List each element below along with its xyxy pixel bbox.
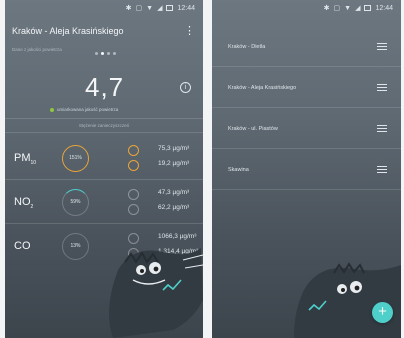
- signal-icon: ◢: [355, 5, 361, 12]
- status-bar: ✱ ▢ ▼ ◢ 12:44: [324, 0, 393, 16]
- percent-ring: 13%: [62, 233, 89, 260]
- bluetooth-icon: ✱: [125, 5, 132, 12]
- station-item[interactable]: Kraków - Aleja Krasińskiego: [212, 67, 401, 108]
- pollutant-symbol: PM: [14, 152, 31, 164]
- station-item[interactable]: Skawina: [212, 149, 401, 190]
- signal-icon: ◢: [157, 5, 163, 12]
- norm-indicator-icon: [128, 204, 139, 215]
- pollutant-symbol: NO: [14, 196, 31, 208]
- norm-indicator-icon: [128, 160, 139, 171]
- drag-handle-icon[interactable]: [377, 43, 387, 50]
- pollutant-value: 1066,3 µg/m³: [158, 233, 197, 240]
- main-screen: ✱ ▢ ▼ ◢ 12:44 Kraków - Aleja Krasińskieg…: [5, 0, 203, 338]
- pollutant-name: NO2: [14, 196, 33, 210]
- pollutant-row-pm10[interactable]: PM10 151% 75,3 µg/m³ 19,2 µg/m³: [5, 138, 203, 178]
- station-name: Kraków - ul. Piastów: [228, 126, 278, 132]
- station-name: Kraków - Aleja Krasińskiego: [228, 85, 297, 91]
- caqi-note-text: umiarkowana jakość powietrza: [57, 107, 119, 112]
- drag-handle-icon[interactable]: [377, 84, 387, 91]
- status-time: 12:44: [177, 4, 195, 12]
- pollutant-name: PM10: [14, 152, 36, 166]
- caqi-value: 4,7: [85, 72, 125, 102]
- overflow-menu-icon[interactable]: ⋮: [184, 25, 195, 36]
- wifi-icon: ▼: [344, 4, 352, 12]
- page-dot: [113, 52, 116, 55]
- info-icon[interactable]: i: [180, 82, 191, 93]
- battery-icon: [166, 5, 174, 11]
- pollutant-subscript: 10: [30, 160, 37, 167]
- station-item[interactable]: Kraków - Dietla: [212, 26, 401, 67]
- station-title: Kraków - Aleja Krasińskiego: [12, 26, 124, 36]
- percent-ring: 59%: [62, 189, 89, 216]
- pollutant-norm-value: 19,2 µg/m³: [158, 160, 190, 167]
- percent-ring: 151%: [62, 145, 89, 172]
- stations-screen: ✱ ▢ ▼ ◢ 12:44 Kraków - Dietla Kraków - A…: [212, 0, 401, 338]
- pollutant-value: 75,3 µg/m³: [158, 145, 190, 152]
- divider: [5, 118, 203, 119]
- quality-dot-icon: [50, 107, 54, 112]
- battery-icon: [364, 5, 372, 11]
- divider: [5, 132, 203, 133]
- divider: [5, 223, 203, 224]
- pollutant-value: 47,3 µg/m³: [158, 189, 190, 196]
- caqi-note: umiarkowana jakość powietrza: [50, 107, 118, 112]
- wifi-icon: ▼: [146, 4, 154, 12]
- page-indicator[interactable]: [95, 52, 116, 55]
- page-dot: [107, 52, 110, 55]
- page-dot: [95, 52, 98, 55]
- caqi-subtitle: Dane z jakości powietrza: [12, 47, 62, 52]
- smog-monster-illustration: [294, 262, 401, 338]
- drag-handle-icon[interactable]: [377, 166, 387, 173]
- station-name: Kraków - Dietla: [228, 44, 266, 50]
- pollutant-row-no2[interactable]: NO2 59% 47,3 µg/m³ 62,2 µg/m³: [5, 182, 203, 222]
- bluetooth-icon: ✱: [323, 5, 330, 12]
- plus-icon: +: [378, 303, 387, 320]
- station-name: Skawina: [228, 167, 249, 173]
- vibrate-icon: ▢: [333, 5, 341, 12]
- status-bar: ✱ ▢ ▼ ◢ 12:44: [126, 0, 195, 16]
- vibrate-icon: ▢: [135, 5, 143, 12]
- status-time: 12:44: [375, 4, 393, 12]
- add-station-button[interactable]: +: [372, 302, 393, 323]
- pollutant-norm-value: 62,2 µg/m³: [158, 204, 190, 211]
- pollutant-name: CO: [14, 240, 31, 254]
- pollutant-subscript: 2: [30, 204, 34, 211]
- smog-monster-illustration: [109, 248, 203, 338]
- pollutant-symbol: CO: [14, 240, 31, 252]
- station-item[interactable]: Kraków - ul. Piastów: [212, 108, 401, 149]
- norm-indicator-icon: [128, 145, 139, 156]
- table-header: Stężenie zanieczyszczeń: [78, 123, 130, 128]
- divider: [5, 179, 203, 180]
- page-dot-active: [101, 52, 104, 55]
- norm-indicator-icon: [128, 189, 139, 200]
- toolbar: Kraków - Aleja Krasińskiego ⋮: [12, 25, 195, 36]
- drag-handle-icon[interactable]: [377, 125, 387, 132]
